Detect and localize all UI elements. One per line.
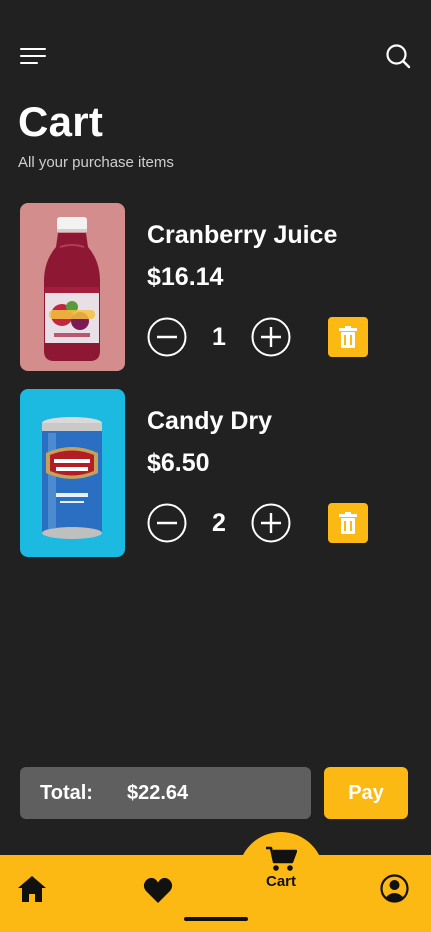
quantity-value: 1	[212, 323, 226, 351]
total-value: $22.64	[127, 782, 189, 804]
profile-icon[interactable]	[380, 874, 409, 903]
item-name: Candy Dry	[147, 407, 273, 435]
plus-circle-icon[interactable]	[251, 317, 291, 357]
menu-icon[interactable]	[20, 46, 46, 66]
cart-item: Candy Dry $6.50 2	[20, 389, 420, 559]
candy-dry-image[interactable]	[20, 389, 125, 557]
delete-item-button[interactable]	[328, 503, 368, 543]
pay-button[interactable]: Pay	[324, 767, 408, 819]
cart-icon	[266, 846, 297, 871]
item-price: $16.14	[147, 263, 224, 291]
page-subtitle: All your purchase items	[18, 154, 174, 171]
cart-item: Cranberry Juice $16.14 1	[20, 203, 420, 373]
total-box: Total: $22.64	[20, 767, 311, 819]
tab-cart[interactable]: Cart	[238, 846, 324, 902]
home-indicator	[184, 917, 248, 921]
home-icon[interactable]	[17, 874, 47, 904]
search-icon[interactable]	[385, 43, 411, 69]
trash-icon	[339, 512, 357, 534]
heart-icon[interactable]	[143, 876, 173, 904]
quantity-value: 2	[212, 509, 226, 537]
total-label: Total:	[40, 782, 93, 804]
cranberry-juice-image[interactable]	[20, 203, 125, 371]
tab-cart-label: Cart	[265, 873, 296, 890]
delete-item-button[interactable]	[328, 317, 368, 357]
minus-circle-icon[interactable]	[147, 503, 187, 543]
plus-circle-icon[interactable]	[251, 503, 291, 543]
trash-icon	[339, 326, 357, 348]
item-name: Cranberry Juice	[147, 221, 338, 249]
minus-circle-icon[interactable]	[147, 317, 187, 357]
item-price: $6.50	[147, 449, 210, 477]
page-title: Cart	[18, 98, 104, 145]
